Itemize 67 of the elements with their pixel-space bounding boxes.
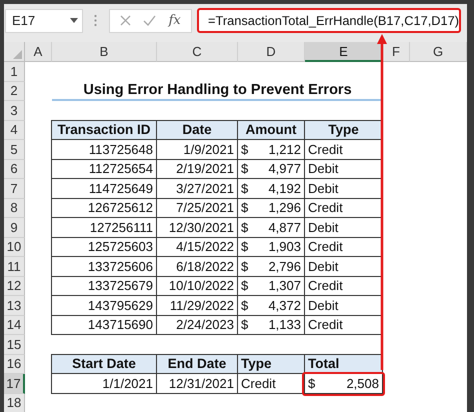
dropdown-caret-icon[interactable] <box>70 18 78 23</box>
row-header[interactable]: 1 <box>4 62 25 82</box>
table-header: Type <box>304 120 383 140</box>
amount-value: 1,212 <box>268 142 301 157</box>
row-header[interactable]: 14 <box>4 316 25 335</box>
currency-symbol: $ <box>241 180 248 196</box>
sheet-title: Using Error Handling to Prevent Errors <box>52 82 383 101</box>
row-header[interactable]: 3 <box>4 101 25 120</box>
row-header[interactable]: 18 <box>4 394 25 412</box>
currency-symbol: $ <box>241 278 248 294</box>
currency-symbol: $ <box>241 317 248 332</box>
name-box[interactable]: E17 <box>5 8 83 32</box>
currency-symbol: $ <box>241 258 248 274</box>
currency-symbol: $ <box>241 200 248 216</box>
currency-symbol: $ <box>241 161 248 176</box>
total-value: 2,508 <box>346 376 379 391</box>
row-header[interactable]: 16 <box>4 354 25 374</box>
currency-symbol: $ <box>241 220 248 235</box>
amount-value: 1,903 <box>268 239 301 254</box>
amount-value: 2,796 <box>268 258 301 274</box>
table-header: Amount <box>237 120 305 140</box>
amount-value: 4,372 <box>268 298 301 313</box>
table-cell: 143715690 <box>51 314 157 335</box>
insert-function-button[interactable]: fx <box>168 13 181 28</box>
table-header: Date <box>156 120 238 140</box>
currency-symbol: $ <box>241 298 248 313</box>
select-all-icon[interactable] <box>13 50 22 59</box>
grip-icon <box>94 14 98 27</box>
column-header[interactable]: C <box>157 42 238 62</box>
row-header[interactable]: 9 <box>4 218 25 238</box>
table-header: Start Date <box>51 354 157 374</box>
column-header[interactable]: B <box>52 42 157 62</box>
amount-value: 4,977 <box>268 161 301 176</box>
table-header: Transaction ID <box>51 120 157 140</box>
row-header[interactable]: 17 <box>4 374 25 394</box>
row-header[interactable]: 15 <box>4 335 25 354</box>
currency-symbol: $ <box>241 142 248 157</box>
amount-value: 4,877 <box>268 220 301 235</box>
column-header[interactable]: G <box>410 42 467 62</box>
row-header[interactable]: 2 <box>4 82 25 101</box>
cell-reference: E17 <box>12 13 36 28</box>
column-header[interactable]: D <box>238 42 305 62</box>
row-header[interactable]: 13 <box>4 296 25 316</box>
table-header: Type <box>237 354 305 374</box>
row-header[interactable]: 10 <box>4 238 25 257</box>
row-header[interactable]: 11 <box>4 257 25 276</box>
cancel-icon[interactable] <box>120 15 131 26</box>
row-header[interactable]: 5 <box>4 140 25 160</box>
column-header[interactable]: E <box>305 42 383 62</box>
row-header[interactable]: 7 <box>4 179 25 198</box>
column-header[interactable]: F <box>383 42 410 62</box>
table-header: End Date <box>156 354 238 374</box>
row-header[interactable]: 4 <box>4 120 25 140</box>
table-cell: 1/1/2021 <box>51 373 157 394</box>
amount-value: 4,192 <box>268 180 301 196</box>
currency-symbol: $ <box>241 239 248 254</box>
row-header[interactable]: 12 <box>4 276 25 296</box>
formula-field[interactable]: =TransactionTotal_ErrHandle(B17,C17,D17) <box>197 8 461 33</box>
result-cell[interactable]: $ 2,508 <box>304 373 383 394</box>
currency-symbol: $ <box>308 376 316 391</box>
row-header[interactable]: 6 <box>4 160 25 179</box>
column-header[interactable]: A <box>25 42 52 62</box>
checkmark-icon[interactable] <box>143 15 156 26</box>
amount-value: 1,133 <box>268 317 301 332</box>
amount-value: 1,307 <box>268 278 301 294</box>
row-header[interactable]: 8 <box>4 198 25 218</box>
amount-value: 1,296 <box>268 200 301 216</box>
